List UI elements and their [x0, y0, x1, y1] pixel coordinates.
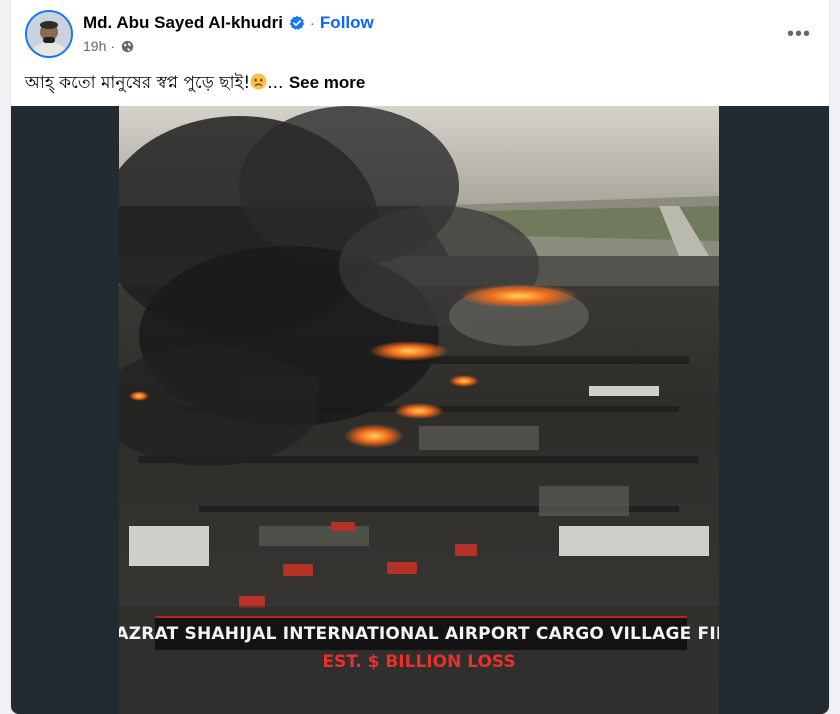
author-name-row: Md. Abu Sayed Al-khudri · Follow — [83, 12, 374, 34]
image-caption-title: HAZRAT SHAHIJAL INTERNATIONAL AIRPORT CA… — [119, 624, 719, 644]
author-name[interactable]: Md. Abu Sayed Al-khudri — [83, 13, 283, 33]
avatar-portrait-icon — [27, 12, 71, 56]
post-media[interactable]: HAZRAT SHAHIJAL INTERNATIONAL AIRPORT CA… — [11, 106, 829, 714]
post-header: Md. Abu Sayed Al-khudri · Follow 19h · • — [11, 0, 829, 66]
post-text: আহ্ কতো মানুষের স্বপ্ন পুড়ে ছাই!... See… — [25, 70, 365, 98]
post-ellipsis: ... — [267, 73, 284, 93]
see-more-link[interactable]: See more — [289, 73, 366, 92]
separator-dot: · — [309, 14, 315, 32]
sad-face-emoji-icon — [250, 73, 267, 90]
meta-separator: · — [110, 38, 116, 54]
post-options-button[interactable]: ••• — [783, 18, 815, 50]
image-caption-box: HAZRAT SHAHIJAL INTERNATIONAL AIRPORT CA… — [119, 616, 719, 650]
follow-button[interactable]: Follow — [320, 13, 374, 33]
post-message: আহ্ কতো মানুষের স্বপ্ন পুড়ে ছাই! — [25, 73, 251, 93]
post-photo[interactable]: HAZRAT SHAHIJAL INTERNATIONAL AIRPORT CA… — [119, 106, 719, 714]
post-card: Md. Abu Sayed Al-khudri · Follow 19h · • — [11, 0, 829, 714]
post-meta: 19h · — [83, 38, 134, 54]
globe-icon[interactable] — [121, 40, 134, 53]
verified-badge-icon — [289, 15, 305, 31]
more-options-icon: ••• — [786, 23, 811, 45]
image-caption-subtitle: EST. $ BILLION LOSS — [322, 652, 516, 672]
author-avatar[interactable] — [25, 10, 73, 58]
post-timestamp[interactable]: 19h — [83, 38, 106, 54]
